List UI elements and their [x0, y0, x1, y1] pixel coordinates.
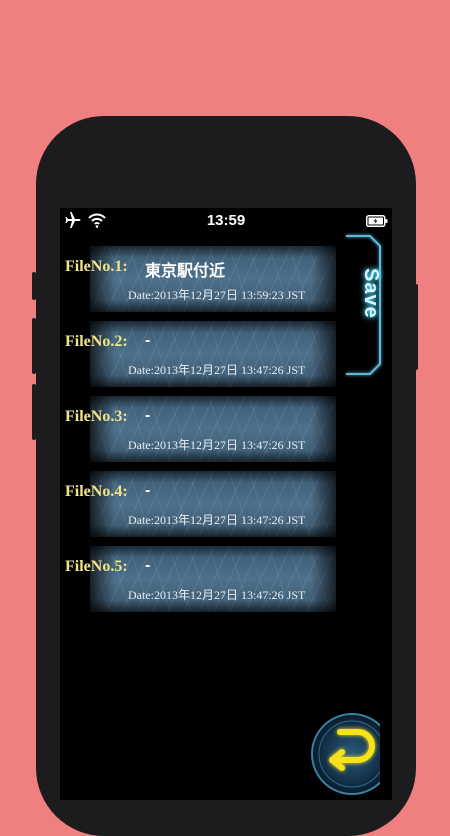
- file-number-label: FileNo.3:: [65, 408, 128, 425]
- file-number-label: FileNo.2:: [65, 333, 128, 350]
- file-date: Date:2013年12月27日 13:47:26 JST: [128, 588, 306, 602]
- file-name: 東京駅付近: [145, 263, 226, 280]
- screen: 13:59 Save FileNo.1: 東京駅付近 Date:2013年12月…: [60, 208, 392, 800]
- file-row-2[interactable]: FileNo.2: - Date:2013年12月27日 13:47:26 JS…: [60, 321, 338, 395]
- file-date: Date:2013年12月27日 13:59:23 JST: [128, 288, 306, 302]
- back-arrow-icon: [311, 713, 392, 795]
- file-row-5[interactable]: FileNo.5: - Date:2013年12月27日 13:47:26 JS…: [60, 546, 338, 620]
- file-name: -: [145, 407, 151, 424]
- file-date: Date:2013年12月27日 13:47:26 JST: [128, 363, 306, 377]
- power-button: [414, 284, 418, 370]
- file-number-label: FileNo.1:: [65, 258, 128, 275]
- mute-switch: [32, 272, 36, 300]
- file-row-4[interactable]: FileNo.4: - Date:2013年12月27日 13:47:26 JS…: [60, 471, 338, 545]
- file-date: Date:2013年12月27日 13:47:26 JST: [128, 513, 306, 527]
- back-button[interactable]: [306, 708, 392, 800]
- file-number-label: FileNo.5:: [65, 558, 128, 575]
- file-row-1[interactable]: FileNo.1: 東京駅付近 Date:2013年12月27日 13:59:2…: [60, 246, 338, 320]
- file-date: Date:2013年12月27日 13:47:26 JST: [128, 438, 306, 452]
- volume-up-button: [32, 318, 36, 374]
- file-number-label: FileNo.4:: [65, 483, 128, 500]
- file-name: -: [145, 332, 151, 349]
- file-name: -: [145, 557, 151, 574]
- file-row-3[interactable]: FileNo.3: - Date:2013年12月27日 13:47:26 JS…: [60, 396, 338, 470]
- volume-down-button: [32, 384, 36, 440]
- save-button[interactable]: Save: [348, 268, 382, 328]
- file-name: -: [145, 482, 151, 499]
